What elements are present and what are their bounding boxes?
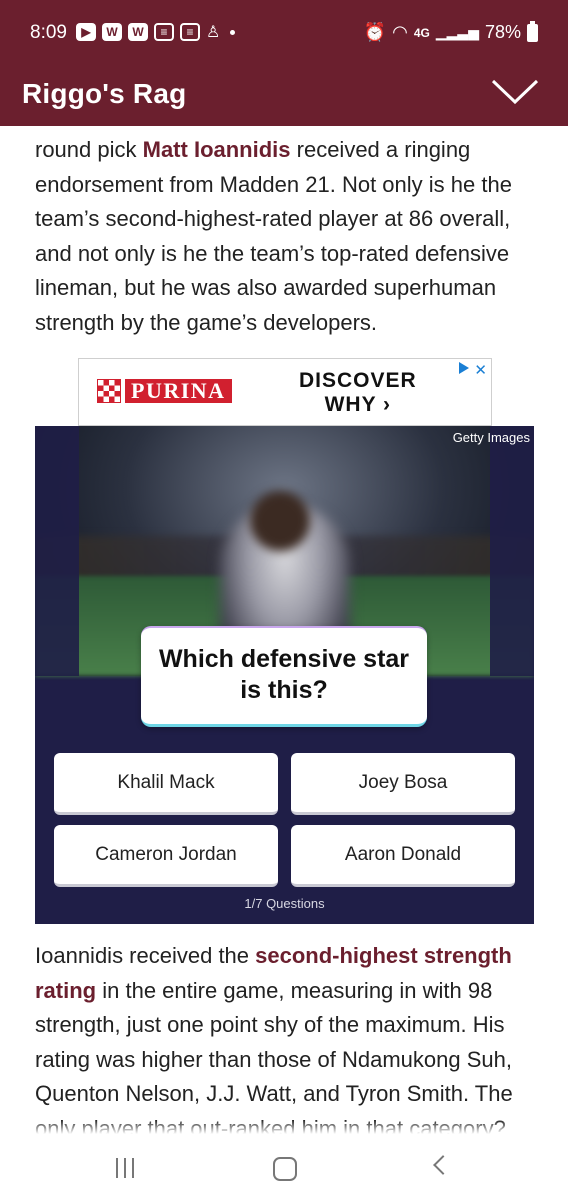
answer-button[interactable]: Aaron Donald: [291, 825, 515, 887]
news-icon: ≡: [180, 23, 200, 41]
network-type: 4G: [413, 25, 430, 40]
battery-percent: 78%: [484, 22, 521, 42]
question-text: Which defensive star is this?: [158, 645, 410, 704]
signal-icon: ▁▂▃▅: [435, 24, 479, 40]
adchoices-icon[interactable]: [459, 362, 469, 374]
answer-button[interactable]: Cameron Jordan: [54, 825, 278, 887]
recent-apps-icon[interactable]: [116, 1158, 134, 1178]
more-notifications-dot: [230, 29, 236, 35]
quiz-widget: Getty Images Which defensive star is thi…: [35, 426, 534, 924]
w-app-icon: W: [128, 23, 148, 41]
ad-banner[interactable]: PURINA DISCOVER WHY › ✕: [78, 358, 492, 426]
question-card: Which defensive star is this?: [141, 626, 427, 727]
chevron-down-icon[interactable]: [490, 76, 540, 106]
status-bar: 8:09 ▶ W W ≡ ≡ ♙ ⏰ ◠ 4G ▁▂▃▅ 78%: [0, 0, 568, 66]
photo-credit: Getty Images: [452, 430, 530, 445]
article-paragraph: round pick Matt Ioannidis received a rin…: [35, 137, 512, 335]
player-link[interactable]: Matt Ioannidis: [143, 137, 291, 162]
app-header: Riggo's Rag: [0, 66, 568, 126]
w-app-icon: W: [102, 23, 122, 41]
purina-logo: PURINA: [97, 379, 232, 403]
ad-cta[interactable]: DISCOVER WHY ›: [299, 369, 417, 417]
answer-button[interactable]: Joey Bosa: [291, 753, 515, 815]
system-nav-bar: [0, 1134, 568, 1200]
wifi-icon: ◠: [392, 22, 408, 42]
status-time: 8:09: [30, 22, 67, 43]
youtube-icon: ▶: [76, 23, 96, 41]
quiz-progress: 1/7 Questions: [244, 896, 325, 911]
system-icons: ⏰ ◠ 4G ▁▂▃▅ 78%: [363, 20, 538, 43]
article-paragraph: Ioannidis received the second-highest st…: [35, 943, 513, 1141]
site-title[interactable]: Riggo's Rag: [22, 78, 186, 110]
notification-icons: ▶ W W ≡ ≡ ♙: [76, 22, 236, 42]
close-ad-icon[interactable]: ✕: [474, 361, 487, 379]
alarm-icon: ⏰: [363, 22, 387, 42]
home-icon[interactable]: [273, 1157, 297, 1181]
battery-icon: [527, 20, 538, 42]
answer-button[interactable]: Khalil Mack: [54, 753, 278, 815]
checkerboard-icon: [97, 379, 121, 403]
back-icon[interactable]: [433, 1155, 453, 1175]
notification-icon: ♙: [206, 24, 221, 41]
news-icon: ≡: [154, 23, 174, 41]
